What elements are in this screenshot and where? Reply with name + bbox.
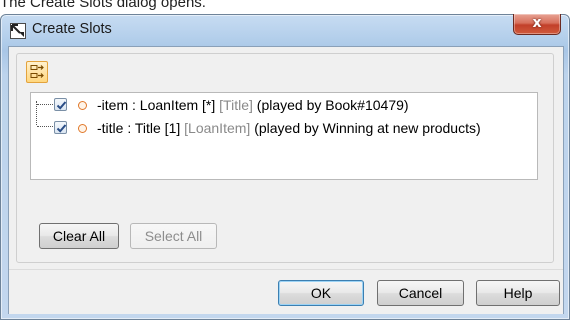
checkmark-icon (56, 124, 67, 133)
slot-note: (played by Book#10479) (256, 97, 409, 113)
checkmark-icon (56, 101, 67, 110)
slots-tree: -item : LoanItem [*] [Title] (played by … (30, 92, 538, 180)
title-bar[interactable]: Create Slots x (1, 14, 569, 45)
create-slots-dialog: Create Slots x -item: LoanItem [*] [Tit… (0, 14, 570, 320)
app-icon (10, 23, 26, 39)
tree-row-title[interactable]: -title : Title [1] [LoanItem] (played by… (31, 117, 531, 139)
slot-tag: [Title] (219, 97, 253, 113)
slots-group: -item : LoanItem [*] [Title] (played by … (16, 53, 554, 263)
close-icon: x (532, 15, 542, 31)
cancel-button[interactable]: Cancel (377, 280, 464, 306)
slot-note: (played by Winning at new products) (254, 120, 481, 136)
dialog-content: -item : LoanItem [*] [Title] (played by … (8, 46, 564, 314)
slot-checkbox-item[interactable] (54, 98, 67, 111)
expand-tree-icon (30, 65, 44, 78)
slot-name: -item : LoanItem [*] (97, 97, 216, 113)
slot-icon (78, 124, 87, 133)
select-all-button[interactable]: Select All (130, 223, 217, 249)
row-text: -title : Title [1] [LoanItem] (played by… (97, 117, 481, 139)
tree-branch (37, 104, 53, 105)
help-button[interactable]: Help (476, 280, 560, 306)
slot-tag: [LoanItem] (184, 120, 251, 136)
window-title: Create Slots (32, 21, 112, 37)
slot-checkbox-title[interactable] (54, 121, 67, 134)
clear-all-button[interactable]: Clear All (39, 223, 119, 249)
tree-branch (37, 126, 53, 127)
tree-row-item[interactable]: -item : LoanItem [*] [Title] (played by … (31, 94, 531, 116)
expand-toggle-button[interactable] (26, 61, 48, 83)
main-panel: -item : LoanItem [*] [Title] (played by … (9, 47, 563, 269)
slot-icon (78, 101, 87, 110)
slot-name: -title : Title [1] (97, 120, 181, 136)
close-button[interactable]: x (513, 14, 561, 35)
row-text: -item : LoanItem [*] [Title] (played by … (97, 94, 409, 116)
button-bar: OK Cancel Help (9, 269, 563, 314)
ok-button[interactable]: OK (278, 280, 364, 306)
page-caption: The Create Slots dialog opens. (0, 0, 206, 11)
